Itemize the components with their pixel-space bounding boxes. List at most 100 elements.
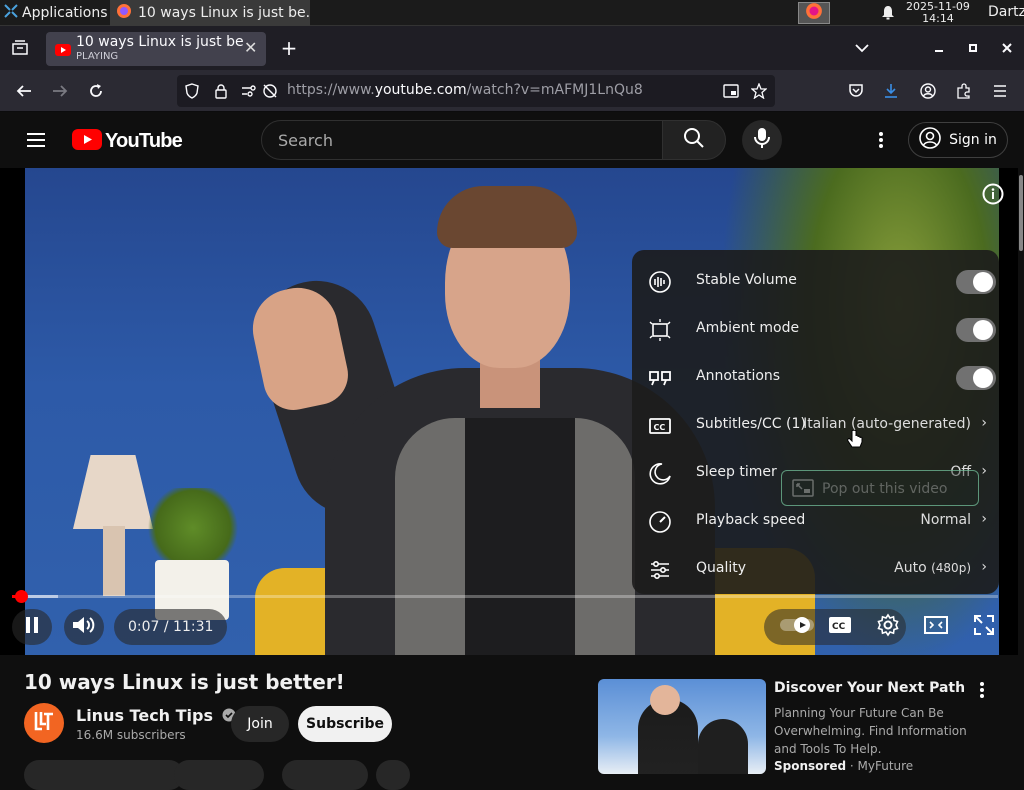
ad-title[interactable]: Discover Your Next Path	[774, 680, 965, 696]
sign-in-button[interactable]: Sign in	[908, 122, 1008, 158]
presenter-hair	[437, 186, 577, 248]
ad-description: Planning Your Future Can Be Overwhelming…	[774, 706, 967, 756]
close-tab-icon[interactable]: ✕	[244, 38, 257, 57]
close-window-icon[interactable]	[996, 37, 1018, 59]
search-button[interactable]	[662, 120, 726, 160]
join-button[interactable]: Join	[231, 706, 289, 742]
menu-item-subtitles[interactable]: CC Subtitles/CC (1) Italian (auto-genera…	[632, 402, 999, 450]
search-input[interactable]: Search	[261, 120, 663, 160]
lamp-base	[103, 526, 125, 596]
time-display: 0:07 / 11:31	[114, 609, 228, 645]
browser-tab-bar: 10 ways Linux is just better! PLAYING ✕ …	[0, 26, 1024, 70]
applications-menu[interactable]: Applications	[4, 4, 108, 22]
ad-thumbnail[interactable]	[598, 679, 766, 774]
menu-item-label: Annotations	[696, 368, 781, 384]
menu-item-annotations[interactable]: Annotations	[632, 354, 999, 402]
permissions-icon[interactable]	[238, 80, 260, 102]
new-tab-icon[interactable]: +	[278, 36, 300, 60]
back-icon[interactable]	[13, 80, 35, 102]
pop-out-label: Pop out this video	[822, 481, 948, 497]
video-player[interactable]: Stable Volume Ambient mode Annotations C…	[0, 168, 1024, 655]
picture-in-picture-icon[interactable]	[720, 80, 742, 102]
ad-graduate-figure-2	[698, 719, 748, 774]
ad-sponsor-name: MyFuture	[857, 759, 914, 773]
forward-icon[interactable]	[49, 80, 71, 102]
clock[interactable]: 2025-11-09 14:14	[906, 1, 970, 25]
youtube-favicon-icon	[55, 41, 71, 60]
page-scrollbar[interactable]	[1018, 168, 1024, 768]
list-all-tabs-icon[interactable]	[851, 37, 873, 59]
pop-out-video-button[interactable]: Pop out this video	[781, 470, 979, 506]
quality-value: Auto	[894, 560, 927, 576]
downloads-icon[interactable]	[880, 80, 902, 102]
youtube-header: YouTube Search Sign in	[0, 112, 1024, 168]
menu-item-ambient-mode[interactable]: Ambient mode	[632, 306, 999, 354]
menu-item-label: Quality	[696, 560, 747, 576]
video-info-icon[interactable]	[982, 183, 1004, 209]
tab-overview-icon[interactable]	[9, 37, 31, 59]
tracking-protection-shield-icon[interactable]	[181, 80, 203, 102]
mute-button[interactable]	[64, 609, 104, 645]
annotations-toggle[interactable]	[956, 366, 996, 390]
browser-tab-active[interactable]: 10 ways Linux is just better! PLAYING ✕	[46, 32, 266, 66]
annotations-icon	[648, 366, 672, 390]
menu-item-quality[interactable]: Quality Auto (480p) ›	[632, 546, 999, 594]
tab-playing-status: PLAYING	[76, 51, 119, 62]
extensions-icon[interactable]	[953, 80, 975, 102]
taskbar-window-firefox[interactable]: 10 ways Linux is just be...	[110, 0, 310, 26]
theater-mode-button[interactable]	[920, 612, 952, 642]
search-icon	[683, 127, 705, 153]
channel-avatar[interactable]	[24, 703, 64, 743]
progress-scrubber-handle[interactable]	[15, 590, 28, 603]
stable-volume-toggle[interactable]	[956, 270, 996, 294]
browser-nav-bar: https://www.youtube.com/watch?v=mAFMJ1Ln…	[0, 70, 1024, 112]
lock-icon[interactable]	[210, 80, 232, 102]
progress-bar[interactable]	[12, 595, 998, 598]
tab-title: 10 ways Linux is just better!	[76, 34, 244, 50]
pause-button[interactable]	[12, 609, 52, 645]
user-name[interactable]: Dartz	[988, 4, 1024, 20]
applications-icon	[4, 4, 18, 22]
menu-item-label: Stable Volume	[696, 272, 797, 288]
share-button[interactable]	[174, 760, 264, 790]
ad-sponsored-line: Sponsored · MyFuture	[774, 759, 914, 773]
ad-more-options-icon[interactable]	[980, 682, 984, 702]
page-scrollbar-thumb[interactable]	[1019, 175, 1023, 251]
save-button[interactable]	[282, 760, 368, 790]
menu-item-stable-volume[interactable]: Stable Volume	[632, 258, 999, 306]
chevron-right-icon: ›	[981, 415, 987, 431]
ambient-mode-icon	[648, 318, 672, 342]
pause-icon	[24, 616, 40, 638]
more-options-icon[interactable]	[870, 129, 892, 151]
sleep-timer-icon	[648, 462, 672, 486]
like-dislike-button[interactable]	[24, 760, 184, 790]
pocket-icon[interactable]	[845, 80, 867, 102]
ambient-mode-toggle[interactable]	[956, 318, 996, 342]
linus-tech-tips-logo-icon	[29, 706, 59, 740]
notification-bell-icon[interactable]	[881, 5, 895, 24]
youtube-logo[interactable]: YouTube	[72, 129, 183, 154]
guide-menu-icon[interactable]	[25, 129, 47, 151]
closed-captions-icon: CC	[828, 616, 852, 638]
bookmark-star-icon[interactable]	[748, 80, 770, 102]
reload-icon[interactable]	[85, 80, 107, 102]
autoplay-toggle[interactable]	[778, 614, 818, 640]
minimize-window-icon[interactable]	[928, 37, 950, 59]
subscribe-button[interactable]: Subscribe	[298, 706, 392, 742]
maximize-window-icon[interactable]	[962, 37, 984, 59]
app-menu-icon[interactable]	[989, 80, 1011, 102]
url-text[interactable]: https://www.youtube.com/watch?v=mAFMJ1Ln…	[287, 82, 643, 98]
svg-text:CC: CC	[832, 622, 846, 632]
more-actions-button[interactable]	[376, 760, 410, 790]
settings-button[interactable]	[872, 612, 904, 642]
microphone-icon	[754, 127, 770, 153]
subtitles-button[interactable]: CC	[826, 614, 854, 640]
fullscreen-button[interactable]	[968, 612, 1000, 642]
potted-plant	[145, 488, 241, 568]
autoplay-blocked-icon[interactable]	[259, 80, 281, 102]
firefox-launcher[interactable]	[798, 2, 830, 24]
voice-search-button[interactable]	[742, 120, 782, 160]
address-bar[interactable]: https://www.youtube.com/watch?v=mAFMJ1Ln…	[177, 75, 775, 107]
account-icon[interactable]	[917, 80, 939, 102]
channel-name[interactable]: Linus Tech Tips	[76, 706, 236, 726]
